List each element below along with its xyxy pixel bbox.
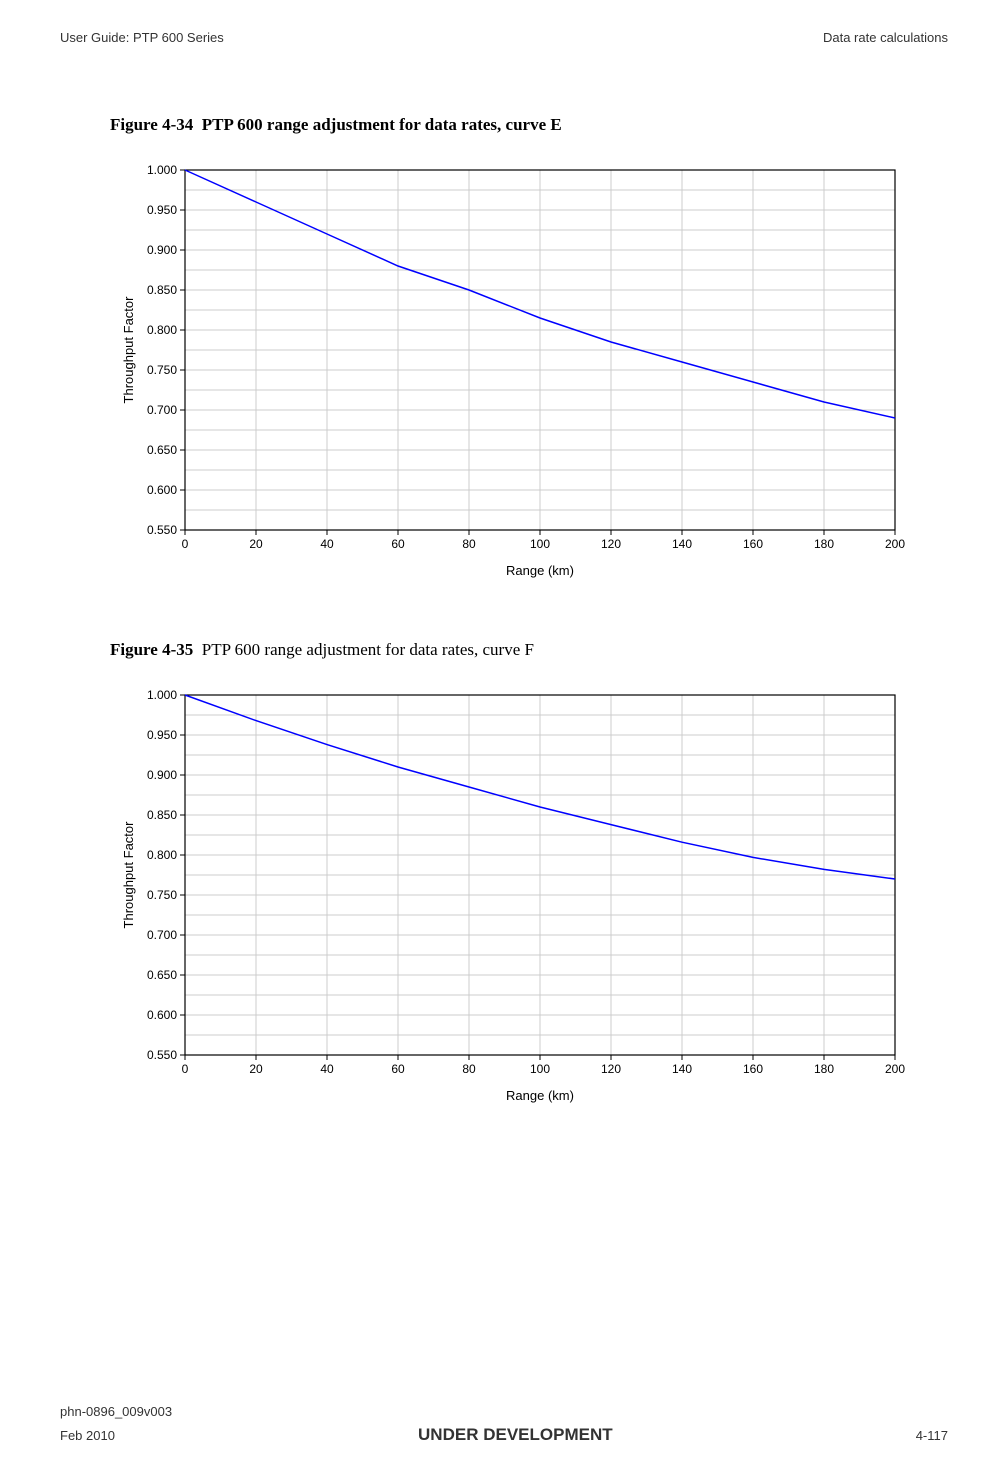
svg-text:200: 200 [885, 537, 905, 551]
footer-page: 4-117 [916, 1428, 948, 1443]
svg-text:0.700: 0.700 [147, 403, 177, 417]
svg-text:0.550: 0.550 [147, 523, 177, 537]
svg-text:0.650: 0.650 [147, 443, 177, 457]
svg-text:200: 200 [885, 1062, 905, 1076]
svg-text:120: 120 [601, 1062, 621, 1076]
svg-text:0.800: 0.800 [147, 848, 177, 862]
svg-text:0.950: 0.950 [147, 728, 177, 742]
svg-text:140: 140 [672, 1062, 692, 1076]
footer-date: Feb 2010 [60, 1428, 115, 1443]
svg-text:0: 0 [182, 537, 189, 551]
svg-text:80: 80 [462, 537, 476, 551]
svg-text:100: 100 [530, 537, 550, 551]
svg-text:0.900: 0.900 [147, 768, 177, 782]
svg-text:160: 160 [743, 537, 763, 551]
figure-1-title: PTP 600 range adjustment for data rates,… [202, 115, 562, 134]
svg-text:1.000: 1.000 [147, 163, 177, 177]
svg-text:20: 20 [249, 1062, 263, 1076]
page-header: User Guide: PTP 600 Series Data rate cal… [60, 30, 948, 45]
header-right: Data rate calculations [823, 30, 948, 45]
svg-text:180: 180 [814, 1062, 834, 1076]
svg-text:40: 40 [320, 1062, 334, 1076]
svg-text:0.850: 0.850 [147, 283, 177, 297]
page-footer: phn-0896_009v003 Feb 2010 UNDER DEVELOPM… [60, 1404, 948, 1445]
chart-1: 0.550 0.600 0.650 0.700 0.750 0.800 0.850 0.900… [115, 155, 948, 590]
header-left: User Guide: PTP 600 Series [60, 30, 224, 45]
svg-text:40: 40 [320, 537, 334, 551]
svg-text:0.650: 0.650 [147, 968, 177, 982]
svg-text:100: 100 [530, 1062, 550, 1076]
chart-2: 0.550 0.600 0.650 0.700 0.750 0.800 0.850 0.900… [115, 680, 948, 1115]
chart-1-svg: 0.550 0.600 0.650 0.700 0.750 0.800 0.850 0.900… [115, 155, 915, 585]
svg-text:120: 120 [601, 537, 621, 551]
svg-text:140: 140 [672, 537, 692, 551]
figure-1-label: Figure 4-34 [110, 115, 193, 134]
svg-text:60: 60 [391, 537, 405, 551]
svg-text:Throughput Factor: Throughput Factor [121, 821, 136, 929]
svg-text:160: 160 [743, 1062, 763, 1076]
figure-1-caption: Figure 4-34 PTP 600 range adjustment for… [110, 115, 948, 135]
figure-2-caption: Figure 4-35 PTP 600 range adjustment for… [110, 640, 948, 660]
svg-text:0: 0 [182, 1062, 189, 1076]
svg-text:0.600: 0.600 [147, 1008, 177, 1022]
chart-2-svg: 0.550 0.600 0.650 0.700 0.750 0.800 0.850 0.900… [115, 680, 915, 1110]
footer-docid: phn-0896_009v003 [60, 1404, 172, 1419]
svg-text:0.700: 0.700 [147, 928, 177, 942]
svg-text:0.750: 0.750 [147, 888, 177, 902]
svg-text:Range (km): Range (km) [506, 1088, 574, 1103]
figure-2-label: Figure 4-35 [110, 640, 193, 659]
svg-text:0.800: 0.800 [147, 323, 177, 337]
svg-text:0.750: 0.750 [147, 363, 177, 377]
svg-text:80: 80 [462, 1062, 476, 1076]
svg-text:180: 180 [814, 537, 834, 551]
svg-text:Range (km): Range (km) [506, 563, 574, 578]
svg-text:60: 60 [391, 1062, 405, 1076]
svg-text:Throughput Factor: Throughput Factor [121, 296, 136, 404]
svg-text:0.950: 0.950 [147, 203, 177, 217]
svg-text:1.000: 1.000 [147, 688, 177, 702]
footer-center: UNDER DEVELOPMENT [418, 1425, 613, 1445]
svg-text:0.850: 0.850 [147, 808, 177, 822]
svg-text:0.900: 0.900 [147, 243, 177, 257]
svg-text:0.600: 0.600 [147, 483, 177, 497]
figure-2-title: PTP 600 range adjustment for data rates,… [202, 640, 534, 659]
svg-text:0.550: 0.550 [147, 1048, 177, 1062]
svg-text:20: 20 [249, 537, 263, 551]
